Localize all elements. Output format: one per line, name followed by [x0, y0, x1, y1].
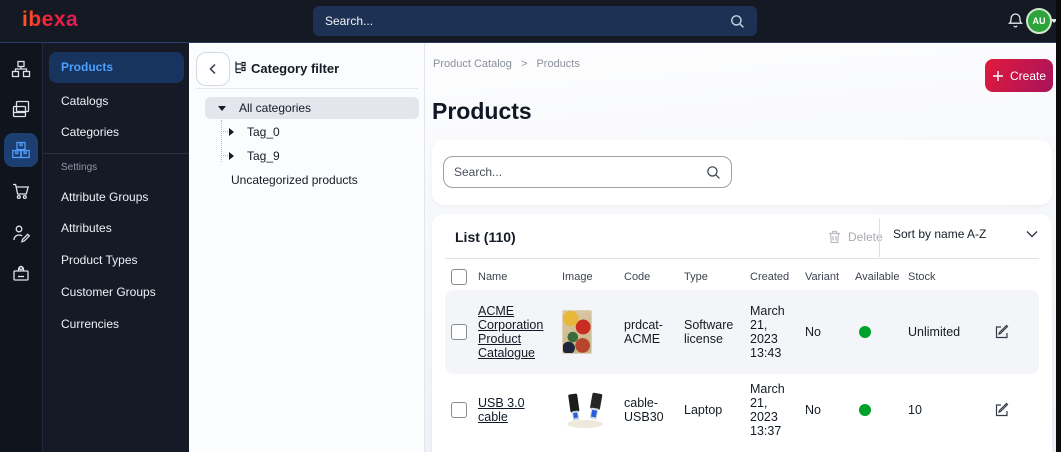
tree-item-all-categories[interactable]: All categories [205, 97, 419, 119]
tree-item-label: All categories [239, 101, 312, 115]
tree-item-label: Tag_0 [247, 125, 280, 139]
table-header: Name Image Code Type Created Variant Ava… [445, 264, 1039, 290]
product-created: March 21, 2023 13:37 [750, 382, 785, 438]
product-name-link[interactable]: USB 3.0 cable [478, 396, 525, 424]
table-body: ACME Corporation Product Catalogue prdca… [445, 290, 1039, 446]
list-count-title: List (110) [455, 229, 516, 245]
availability-dot [859, 404, 871, 416]
chevron-down-icon [1026, 231, 1038, 238]
breadcrumb-separator: > [520, 58, 528, 70]
top-bar: ibexa AU [0, 0, 1061, 43]
sidebar-item-attributes[interactable]: Attributes [61, 221, 112, 235]
column-header-code[interactable]: Code [624, 271, 684, 283]
select-all-checkbox[interactable] [451, 269, 467, 285]
breadcrumb-item[interactable]: Products [536, 58, 579, 70]
customers-icon[interactable] [4, 216, 38, 250]
icon-rail [0, 43, 42, 452]
caret-down-icon[interactable] [218, 105, 226, 111]
global-search-input[interactable] [325, 14, 730, 28]
product-created: March 21, 2023 13:43 [750, 304, 785, 360]
sidebar-item-customer-groups[interactable]: Customer Groups [61, 285, 156, 299]
table-row[interactable]: USB 3.0 cable cable-USB30 Laptop March 2… [445, 374, 1039, 446]
row-checkbox[interactable] [451, 402, 467, 418]
product-search-field[interactable] [443, 156, 732, 188]
list-divider [445, 258, 1039, 259]
create-button-label: Create [1009, 68, 1047, 83]
table-row[interactable]: ACME Corporation Product Catalogue prdca… [445, 290, 1039, 374]
tree-item-label: Uncategorized products [231, 173, 358, 187]
sidebar-item-products[interactable]: Products [49, 52, 184, 83]
sidebar-item-product-types[interactable]: Product Types [61, 253, 138, 267]
edit-button[interactable] [994, 324, 1039, 340]
user-avatar[interactable]: AU [1026, 8, 1052, 34]
sort-dropdown[interactable]: Sort by name A-Z [893, 227, 1038, 241]
personnel-badge-icon[interactable] [4, 257, 38, 291]
product-type: Laptop [684, 403, 723, 417]
category-filter-panel: Category filter All categories Tag_0 Tag… [189, 43, 425, 452]
commerce-cart-icon[interactable] [4, 174, 38, 208]
sort-dropdown-label: Sort by name A-Z [893, 227, 987, 241]
category-tree-icon [233, 60, 248, 75]
product-thumbnail [562, 390, 624, 430]
sidebar-section-settings: Settings [61, 162, 98, 173]
window-scrollbar[interactable] [1056, 0, 1061, 452]
product-variant: No [805, 325, 821, 339]
availability-dot [859, 326, 871, 338]
create-button[interactable]: Create [985, 59, 1053, 92]
collapse-panel-button[interactable] [196, 52, 230, 86]
tree-item-tag-9[interactable]: Tag_9 [205, 145, 419, 167]
caret-right-icon[interactable] [229, 152, 234, 160]
edit-button[interactable] [994, 402, 1039, 418]
global-search[interactable] [313, 6, 757, 36]
sidebar-menu: Products Catalogs Categories Settings At… [42, 43, 189, 452]
tree-item-label: Tag_9 [247, 149, 280, 163]
toolbar-divider [879, 218, 880, 257]
column-header-type[interactable]: Type [684, 271, 750, 283]
ibexa-logo[interactable]: ibexa [22, 8, 78, 32]
breadcrumb-item[interactable]: Product Catalog [433, 58, 512, 70]
column-header-stock: Stock [908, 271, 936, 283]
product-list-card: List (110) Delete Sort by name A-Z Name [432, 214, 1052, 452]
tree-item-uncategorized[interactable]: Uncategorized products [205, 169, 419, 191]
sidebar-item-currencies[interactable]: Currencies [61, 317, 119, 331]
product-name-link[interactable]: ACME Corporation Product Catalogue [478, 304, 543, 360]
product-search-input[interactable] [454, 165, 706, 179]
product-stock: Unlimited [908, 325, 961, 339]
column-header-created[interactable]: Created [750, 271, 805, 283]
app-window: ibexa AU [0, 0, 1061, 452]
product-thumbnail [562, 310, 592, 354]
product-stock: 10 [908, 403, 922, 417]
product-code: prdcat-ACME [624, 318, 663, 346]
content-tree-icon[interactable] [4, 52, 38, 86]
delete-button-label: Delete [848, 230, 883, 244]
caret-right-icon[interactable] [229, 128, 234, 136]
sidebar-item-categories[interactable]: Categories [61, 125, 119, 139]
product-variant: No [805, 403, 821, 417]
product-search-card [432, 140, 1052, 205]
panel-divider [196, 88, 418, 89]
product-code: cable-USB30 [624, 396, 664, 424]
product-type: Software license [684, 318, 734, 346]
breadcrumb: Product Catalog > Products [433, 58, 586, 70]
delete-button[interactable]: Delete [828, 230, 883, 244]
page-title: Products [432, 98, 532, 124]
column-header-variant: Variant [805, 271, 840, 283]
sidebar-item-label: Products [61, 60, 114, 74]
column-header-image: Image [562, 271, 593, 283]
search-icon [706, 165, 721, 180]
column-header-name[interactable]: Name [478, 271, 562, 283]
sidebar-item-catalogs[interactable]: Catalogs [61, 94, 108, 108]
sidebar-item-attribute-groups[interactable]: Attribute Groups [61, 190, 148, 204]
product-catalog-icon[interactable] [4, 133, 38, 167]
row-checkbox[interactable] [451, 324, 467, 340]
search-icon [730, 14, 745, 29]
tree-item-tag-0[interactable]: Tag_0 [205, 121, 419, 143]
main-content: Product Catalog > Products Products Crea… [425, 43, 1061, 452]
pages-icon[interactable] [4, 92, 38, 126]
notifications-bell-icon[interactable] [1007, 12, 1024, 30]
category-filter-title: Category filter [251, 61, 340, 76]
column-header-available: Available [855, 271, 900, 283]
sidebar-divider [43, 153, 189, 154]
